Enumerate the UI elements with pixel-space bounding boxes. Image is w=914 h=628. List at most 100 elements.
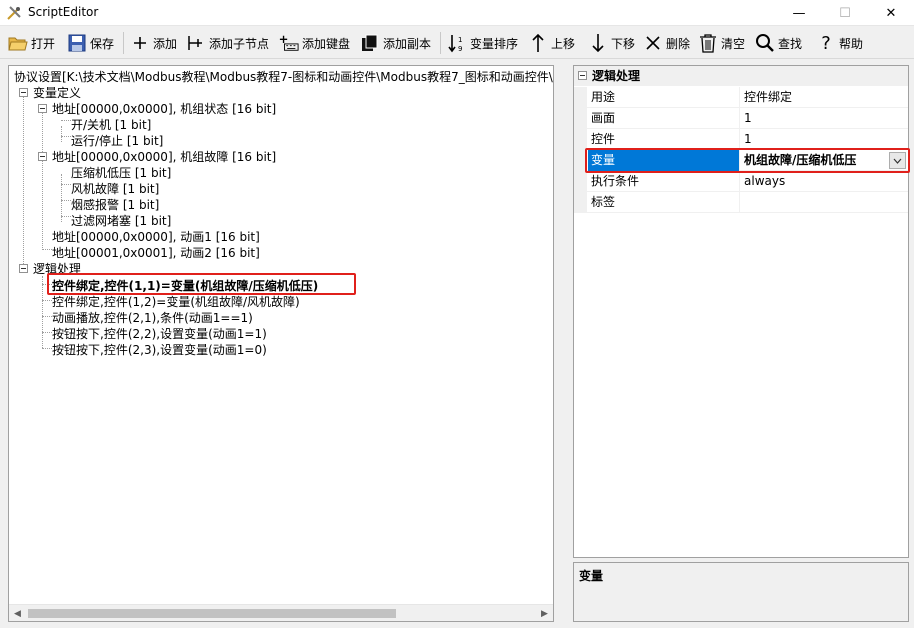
maximize-button[interactable]: ☐ (822, 0, 868, 26)
property-name: 画面 (588, 108, 740, 129)
tree-guide-line (61, 216, 71, 217)
property-row-variable[interactable]: 变量 机组故障/压缩机低压 (574, 150, 908, 171)
property-value[interactable]: 控件绑定 (741, 87, 908, 108)
tree-guide-line (61, 184, 71, 185)
arrow-up-icon (528, 33, 548, 53)
tree-item-logic-entry[interactable]: 控件绑定,控件(1,2)=变量(机组故障/风机故障) (52, 294, 300, 310)
property-name: 控件 (588, 129, 740, 150)
copy-icon (360, 33, 380, 53)
property-row-control[interactable]: 控件 1 (574, 129, 908, 150)
property-row-tag[interactable]: 标签 (574, 192, 908, 213)
folder-open-icon (8, 33, 28, 53)
horizontal-scrollbar[interactable]: ◀ ▶ (9, 604, 553, 621)
property-name: 用途 (588, 87, 740, 108)
plus-icon (130, 33, 150, 53)
tree-item-bit[interactable]: 过滤网堵塞 [1 bit] (71, 213, 171, 229)
toolbar-separator (440, 32, 441, 54)
minimize-button[interactable]: — (776, 0, 822, 26)
scroll-right-icon[interactable]: ▶ (536, 605, 553, 621)
title-bar: ScriptEditor — ☐ ✕ (0, 0, 914, 26)
tree-item-bit[interactable]: 烟感报警 [1 bit] (71, 197, 159, 213)
toolbar: 打开 保存 添加 添加子节点 添加键盘 添加副本 19 变量排序 上移 下移 删… (0, 27, 914, 59)
tree-guide-line (42, 316, 52, 317)
add-child-button[interactable]: 添加子节点 (186, 30, 269, 56)
help-button[interactable]: ? 帮助 (816, 30, 863, 56)
trash-icon (698, 33, 718, 53)
open-button[interactable]: 打开 (8, 30, 55, 56)
search-icon (755, 33, 775, 53)
script-tree[interactable]: 协议设置[K:\技术文档\Modbus教程\Modbus教程7-图标和动画控件\… (8, 65, 554, 622)
property-value[interactable]: 1 (741, 108, 908, 129)
property-row-screen[interactable]: 画面 1 (574, 108, 908, 129)
move-up-button[interactable]: 上移 (528, 30, 575, 56)
arrow-down-icon (588, 33, 608, 53)
question-icon: ? (821, 32, 831, 54)
chevron-down-icon (893, 158, 902, 164)
clear-button[interactable]: 清空 (698, 30, 745, 56)
tree-item-bit[interactable]: 压缩机低压 [1 bit] (71, 165, 171, 181)
app-icon (7, 6, 21, 20)
tree-guide-line (61, 126, 62, 142)
description-title: 变量 (579, 569, 604, 583)
tree-guide-line (61, 136, 71, 137)
tree-root[interactable]: 协议设置[K:\技术文档\Modbus教程\Modbus教程7-图标和动画控件\… (14, 69, 553, 85)
tree-guide-line (42, 284, 52, 285)
tree-item-logic-selected[interactable]: 控件绑定,控件(1,1)=变量(机组故障/压缩机低压) (52, 278, 318, 294)
scroll-left-icon[interactable]: ◀ (9, 605, 26, 621)
toolbar-separator (123, 32, 124, 54)
sort-icon: 19 (447, 33, 467, 53)
property-row-purpose[interactable]: 用途 控件绑定 (574, 87, 908, 108)
collapse-toggle[interactable] (38, 152, 47, 161)
collapse-toggle[interactable] (19, 264, 28, 273)
save-icon (67, 33, 87, 53)
tree-item-bit[interactable]: 开/关机 [1 bit] (71, 117, 151, 133)
add-child-icon (186, 33, 206, 53)
tree-item-logic-entry[interactable]: 按钮按下,控件(2,3),设置变量(动画1=0) (52, 342, 267, 358)
delete-button[interactable]: 删除 (643, 30, 690, 56)
add-button[interactable]: 添加 (130, 30, 177, 56)
tree-item-addr[interactable]: 地址[00000,0x0000], 机组状态 [16 bit] (52, 101, 276, 117)
dropdown-button[interactable] (889, 152, 906, 169)
tree-item-logic-entry[interactable]: 动画播放,控件(2,1),条件(动画1==1) (52, 310, 253, 326)
tree-guide-line (42, 300, 52, 301)
add-copy-button[interactable]: 添加副本 (360, 30, 431, 56)
tree-item-bit[interactable]: 风机故障 [1 bit] (71, 181, 159, 197)
tree-guide-line (42, 249, 52, 250)
property-value[interactable] (741, 192, 908, 213)
collapse-toggle[interactable] (578, 71, 587, 80)
close-button[interactable]: ✕ (868, 0, 914, 26)
save-button[interactable]: 保存 (67, 30, 114, 56)
property-row-condition[interactable]: 执行条件 always (574, 171, 908, 192)
property-value-select[interactable]: 机组故障/压缩机低压 (741, 150, 908, 171)
property-grid: 逻辑处理 用途 控件绑定 画面 1 控件 1 变量 机组故障/压缩机低压 执行条… (573, 65, 909, 558)
property-value[interactable]: 1 (741, 129, 908, 150)
move-down-button[interactable]: 下移 (588, 30, 635, 56)
sort-vars-button[interactable]: 19 变量排序 (447, 30, 518, 56)
svg-text:1: 1 (458, 36, 462, 44)
window-title: ScriptEditor (28, 5, 99, 19)
tree-guide-line (61, 120, 71, 121)
tree-item-logic-entry[interactable]: 按钮按下,控件(2,2),设置变量(动画1=1) (52, 326, 267, 342)
tree-item-addr[interactable]: 地址[00000,0x0000], 机组故障 [16 bit] (52, 149, 276, 165)
keyboard-icon (279, 33, 299, 53)
collapse-toggle[interactable] (38, 104, 47, 113)
collapse-toggle[interactable] (19, 88, 28, 97)
tree-guide-line (42, 276, 43, 348)
add-key-button[interactable]: 添加键盘 (279, 30, 350, 56)
tree-item-addr[interactable]: 地址[00001,0x0001], 动画2 [16 bit] (52, 245, 260, 261)
scrollbar-thumb[interactable] (28, 609, 396, 618)
tree-guide-line (23, 96, 24, 266)
tree-guide-line (42, 348, 52, 349)
tree-item-var-def[interactable]: 变量定义 (33, 85, 81, 101)
property-name: 变量 (588, 150, 740, 171)
property-value[interactable]: always (741, 171, 908, 192)
tree-item-logic[interactable]: 逻辑处理 (33, 261, 81, 277)
property-category[interactable]: 逻辑处理 (574, 66, 908, 86)
tree-item-bit[interactable]: 运行/停止 [1 bit] (71, 133, 163, 149)
find-button[interactable]: 查找 (755, 30, 802, 56)
tree-guide-line (61, 200, 71, 201)
x-icon (643, 33, 663, 53)
tree-item-addr[interactable]: 地址[00000,0x0000], 动画1 [16 bit] (52, 229, 260, 245)
tree-guide-line (42, 332, 52, 333)
tree-guide-line (42, 112, 43, 250)
